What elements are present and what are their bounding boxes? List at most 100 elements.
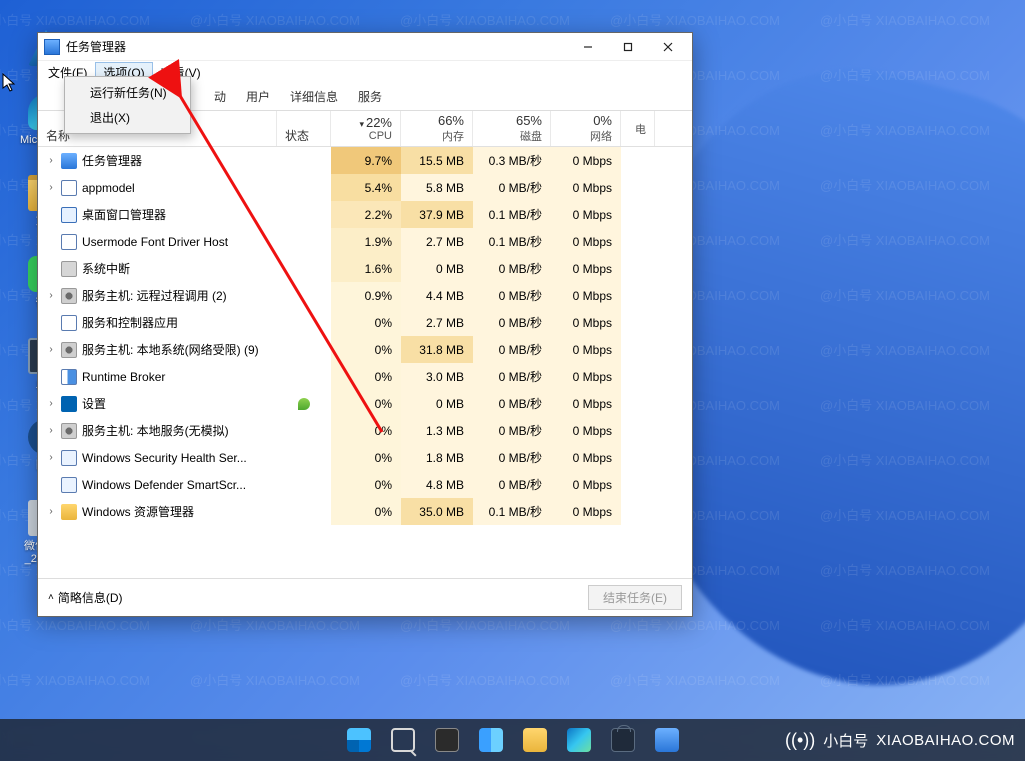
tab-users[interactable]: 用户 <box>240 85 276 108</box>
header-network[interactable]: 0%网络 <box>551 111 621 146</box>
file-menu-dropdown: 运行新任务(N) 退出(X) <box>64 76 191 134</box>
process-row[interactable]: Usermode Font Driver Host1.9%2.7 MB0.1 M… <box>38 228 692 255</box>
expand-toggle-icon[interactable]: › <box>46 155 56 166</box>
tab-details[interactable]: 详细信息 <box>284 85 344 108</box>
expand-toggle-icon[interactable]: › <box>46 290 56 301</box>
cell-memory: 0 MB <box>401 390 473 417</box>
chevron-up-icon: ˄ <box>48 592 54 603</box>
process-icon <box>61 477 77 493</box>
folder-icon <box>523 728 547 752</box>
process-icon <box>61 234 77 250</box>
footer-bar: ˄ 简略信息(D) 结束任务(E) <box>38 578 692 616</box>
expand-toggle-icon[interactable]: › <box>46 344 56 355</box>
cell-status <box>277 390 331 417</box>
process-row[interactable]: Runtime Broker0%3.0 MB0 MB/秒0 Mbps <box>38 363 692 390</box>
cell-cpu: 0% <box>331 417 401 444</box>
cell-memory: 0 MB <box>401 255 473 282</box>
menu-item-exit[interactable]: 退出(X) <box>68 105 187 130</box>
cell-disk: 0 MB/秒 <box>473 174 551 201</box>
leaf-icon <box>298 398 310 410</box>
cell-status <box>277 147 331 174</box>
process-icon <box>61 315 77 331</box>
process-row[interactable]: ›服务主机: 本地服务(无模拟)0%1.3 MB0 MB/秒0 Mbps <box>38 417 692 444</box>
cell-network: 0 Mbps <box>551 282 621 309</box>
process-icon <box>61 396 77 412</box>
process-row[interactable]: 系统中断1.6%0 MB0 MB/秒0 Mbps <box>38 255 692 282</box>
cell-network: 0 Mbps <box>551 444 621 471</box>
cell-cpu: 0% <box>331 498 401 525</box>
title-bar[interactable]: 任务管理器 <box>38 33 692 61</box>
cell-cpu: 0% <box>331 471 401 498</box>
cell-name: ›设置 <box>38 390 277 417</box>
cell-name: ›服务主机: 本地系统(网络受限) (9) <box>38 336 277 363</box>
process-name: 服务主机: 本地服务(无模拟) <box>82 422 229 439</box>
process-row[interactable]: ›appmodel5.4%5.8 MB0 MB/秒0 Mbps <box>38 174 692 201</box>
expand-toggle-icon[interactable]: › <box>46 506 56 517</box>
fewer-details-toggle[interactable]: ˄ 简略信息(D) <box>48 589 123 606</box>
menu-item-run-new-task[interactable]: 运行新任务(N) <box>68 80 187 105</box>
process-row[interactable]: ›服务主机: 远程过程调用 (2)0.9%4.4 MB0 MB/秒0 Mbps <box>38 282 692 309</box>
taskbar-task-manager[interactable] <box>648 721 686 759</box>
process-icon <box>61 207 77 223</box>
process-name: Runtime Broker <box>82 370 165 384</box>
header-power[interactable]: 电 <box>621 111 655 146</box>
cell-name: › 服务主机: 本地服务(无模拟) <box>38 417 277 444</box>
cell-network: 0 Mbps <box>551 336 621 363</box>
process-row[interactable]: ›服务主机: 本地系统(网络受限) (9)0%31.8 MB0 MB/秒0 Mb… <box>38 336 692 363</box>
cell-disk: 0 MB/秒 <box>473 309 551 336</box>
taskbar-brand-overlay: ((•)) 小白号 XIAOBAIHAO.COM <box>785 730 1015 751</box>
windows-logo-icon <box>347 728 371 752</box>
task-view-icon <box>435 728 459 752</box>
header-status[interactable]: 状态 <box>277 111 331 146</box>
expand-toggle-icon[interactable]: › <box>46 182 56 193</box>
edge-icon <box>567 728 591 752</box>
minimize-button[interactable] <box>568 33 608 61</box>
cell-status <box>277 471 331 498</box>
cell-status <box>277 228 331 255</box>
brand-name: 小白号 <box>823 730 868 751</box>
close-button[interactable] <box>648 33 688 61</box>
header-disk[interactable]: 65%磁盘 <box>473 111 551 146</box>
brand-domain: XIAOBAIHAO.COM <box>876 732 1015 749</box>
taskbar-widgets[interactable] <box>472 721 510 759</box>
end-task-button[interactable]: 结束任务(E) <box>588 585 682 610</box>
process-list[interactable]: ›任务管理器9.7%15.5 MB0.3 MB/秒0 Mbps›appmodel… <box>38 147 692 578</box>
cell-memory: 35.0 MB <box>401 498 473 525</box>
process-icon <box>61 288 77 304</box>
cell-cpu: 9.7% <box>331 147 401 174</box>
tab-fragment[interactable]: 动 <box>208 85 232 108</box>
process-row[interactable]: Windows Defender SmartScr...0%4.8 MB0 MB… <box>38 471 692 498</box>
process-row[interactable]: ›Windows 资源管理器0%35.0 MB0.1 MB/秒0 Mbps <box>38 498 692 525</box>
cell-disk: 0 MB/秒 <box>473 417 551 444</box>
cell-disk: 0 MB/秒 <box>473 390 551 417</box>
cell-network: 0 Mbps <box>551 309 621 336</box>
cell-network: 0 Mbps <box>551 471 621 498</box>
cell-status <box>277 417 331 444</box>
process-row[interactable]: ›任务管理器9.7%15.5 MB0.3 MB/秒0 Mbps <box>38 147 692 174</box>
cell-memory: 31.8 MB <box>401 336 473 363</box>
cell-network: 0 Mbps <box>551 498 621 525</box>
cell-name: Usermode Font Driver Host <box>38 228 277 255</box>
taskbar-search[interactable] <box>384 721 422 759</box>
cell-status <box>277 309 331 336</box>
cell-status <box>277 444 331 471</box>
maximize-button[interactable] <box>608 33 648 61</box>
taskbar-explorer[interactable] <box>516 721 554 759</box>
header-memory[interactable]: 66%内存 <box>401 111 473 146</box>
tab-services[interactable]: 服务 <box>352 85 388 108</box>
taskbar-store[interactable] <box>604 721 642 759</box>
process-row[interactable]: 服务和控制器应用0%2.7 MB0 MB/秒0 Mbps <box>38 309 692 336</box>
start-button[interactable] <box>340 721 378 759</box>
process-row[interactable]: ›设置0%0 MB0 MB/秒0 Mbps <box>38 390 692 417</box>
expand-toggle-icon[interactable]: › <box>46 398 56 409</box>
process-name: 系统中断 <box>82 260 130 277</box>
taskbar-task-view[interactable] <box>428 721 466 759</box>
taskbar-edge[interactable] <box>560 721 598 759</box>
expand-toggle-icon[interactable]: › <box>46 452 56 463</box>
expand-toggle-icon[interactable]: › <box>46 425 56 436</box>
header-cpu[interactable]: ▾22% CPU <box>331 111 401 146</box>
cell-cpu: 5.4% <box>331 174 401 201</box>
cell-disk: 0.1 MB/秒 <box>473 201 551 228</box>
process-row[interactable]: ›Windows Security Health Ser...0%1.8 MB0… <box>38 444 692 471</box>
process-row[interactable]: 桌面窗口管理器2.2%37.9 MB0.1 MB/秒0 Mbps <box>38 201 692 228</box>
